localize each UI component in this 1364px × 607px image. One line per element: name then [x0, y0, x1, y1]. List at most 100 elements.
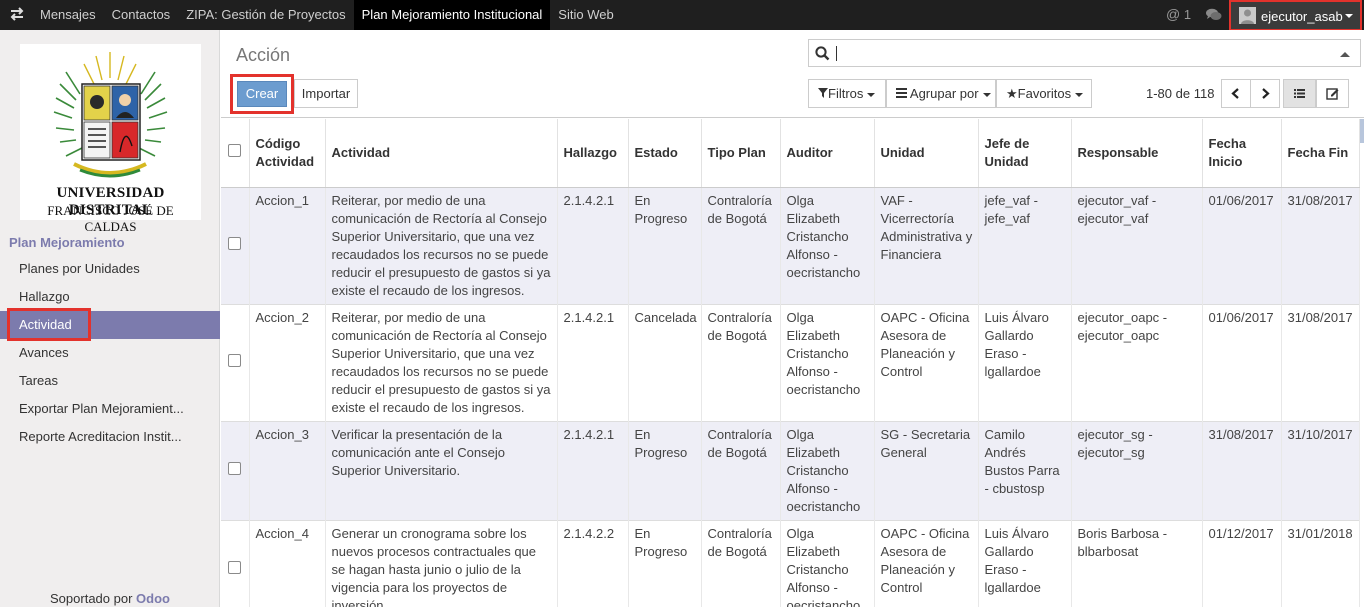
cell-hallazgo: 2.1.4.2.2 [557, 519, 629, 607]
cell-auditor: Olga Elizabeth Cristancho Alfonso - oecr… [780, 420, 875, 520]
user-name: ejecutor_asab [1261, 9, 1343, 24]
cell-fecha-fin: 31/10/2017 [1281, 420, 1360, 520]
cell-jefe: Luis Álvaro Gallardo Eraso - lgallardoe [978, 303, 1072, 421]
bars-icon [896, 88, 907, 98]
column-header[interactable]: Fecha Inicio [1202, 119, 1282, 188]
cell-fecha-inicio: 01/06/2017 [1202, 303, 1282, 421]
sidebar-item-tareas[interactable]: Tareas [0, 367, 220, 395]
column-header[interactable]: Auditor [780, 119, 875, 188]
menu-item-plan-mejoramiento[interactable]: Plan Mejoramiento Institucional [353, 0, 551, 30]
row-checkbox[interactable] [228, 461, 242, 475]
cell-hallazgo: 2.1.4.2.1 [557, 420, 629, 520]
powered-by: Soportado por Odoo [0, 591, 220, 606]
cell-estado: En Progreso [628, 420, 702, 520]
mention-count: 1 [1183, 7, 1192, 22]
row-select-cell [221, 420, 250, 520]
filters-label: Filtros [828, 86, 864, 101]
activity-table: Código Actividad Actividad Hallazgo Esta… [221, 119, 1360, 607]
top-navbar: Mensajes Contactos ZIPA: Gestión de Proy… [0, 0, 1364, 31]
select-all-checkbox[interactable] [228, 143, 242, 157]
row-checkbox[interactable] [228, 560, 242, 574]
powered-prefix: Soportado por [50, 591, 133, 606]
cell-codigo: Accion_3 [249, 420, 326, 520]
sidebar-item-reporte-acreditacion[interactable]: Reporte Acreditacion Instit... [0, 423, 220, 451]
row-select-cell [221, 186, 250, 304]
column-header[interactable]: Código Actividad [249, 119, 326, 188]
chevron-down-icon [1075, 92, 1084, 97]
cell-fecha-fin: 31/08/2017 [1281, 186, 1360, 304]
column-header[interactable]: Actividad [325, 119, 558, 188]
pager-value[interactable]: 1-80 de 118 [1146, 86, 1214, 101]
sidebar-item-planes-por-unidades[interactable]: Planes por Unidades [0, 255, 220, 283]
avatar-icon [1239, 7, 1256, 24]
pager-next-button[interactable] [1250, 79, 1280, 108]
row-checkbox[interactable] [228, 236, 242, 250]
cell-fecha-inicio: 31/08/2017 [1202, 420, 1282, 520]
sidebar-item-hallazgo[interactable]: Hallazgo [0, 283, 220, 311]
column-header[interactable]: Responsable [1071, 119, 1203, 188]
menu-item-mensajes[interactable]: Mensajes [32, 0, 104, 30]
table-row[interactable]: Accion_1 Reiterar, por medio de una comu… [221, 186, 1360, 304]
sidebar-section-title: Plan Mejoramiento [9, 235, 125, 250]
menu-item-sitio-web[interactable]: Sitio Web [550, 0, 621, 30]
university-crest-icon [53, 52, 168, 178]
cell-hallazgo: 2.1.4.2.1 [557, 186, 629, 304]
row-checkbox[interactable] [228, 353, 242, 367]
menu-item-contactos[interactable]: Contactos [104, 0, 179, 30]
cell-jefe: Luis Álvaro Gallardo Eraso - lgallardoe [978, 519, 1072, 607]
cell-unidad: SG - Secretaria General [874, 420, 979, 520]
table-row[interactable]: Accion_4 Generar un cronograma sobre los… [221, 519, 1360, 607]
cell-actividad: Generar un cronograma sobre los nuevos p… [325, 519, 558, 607]
cell-unidad: VAF - Vicerrectoría Administrativa y Fin… [874, 186, 979, 304]
toggle-arrows-icon[interactable] [9, 6, 25, 22]
cell-tipo-plan: Contraloría de Bogotá [701, 303, 781, 421]
pager-previous-button[interactable] [1221, 79, 1251, 108]
cell-estado: En Progreso [628, 519, 702, 607]
list-view-button[interactable] [1283, 79, 1316, 108]
column-header[interactable]: Hallazgo [557, 119, 629, 188]
chat-bubble-icon[interactable] [1206, 8, 1222, 22]
cell-codigo: Accion_1 [249, 186, 326, 304]
scrollbar-thumb[interactable] [1360, 119, 1364, 143]
mentions-button[interactable]: @ 1 [1166, 6, 1191, 22]
at-sign-icon: @ [1166, 6, 1181, 22]
sidebar: UNIVERSIDAD DISTRITAL FRANCISCO JOSÉ DE … [0, 30, 220, 607]
cell-fecha-inicio: 01/06/2017 [1202, 186, 1282, 304]
row-select-cell [221, 303, 250, 421]
odoo-link[interactable]: Odoo [136, 591, 170, 606]
star-icon: ★ [1006, 86, 1018, 101]
column-header[interactable]: Jefe de Unidad [978, 119, 1072, 188]
cell-estado: Cancelada [628, 303, 702, 421]
cell-codigo: Accion_2 [249, 303, 326, 421]
cell-unidad: OAPC - Oficina Asesora de Planeación y C… [874, 303, 979, 421]
cell-hallazgo: 2.1.4.2.1 [557, 303, 629, 421]
list-icon [1294, 89, 1305, 98]
column-header[interactable]: Tipo Plan [701, 119, 781, 188]
cell-tipo-plan: Contraloría de Bogotá [701, 519, 781, 607]
column-header[interactable]: Estado [628, 119, 702, 188]
filters-button[interactable]: Filtros [808, 79, 886, 108]
row-select-cell [221, 519, 250, 607]
create-button[interactable]: Crear [237, 81, 287, 107]
search-input[interactable] [808, 39, 1361, 67]
highlight-box-crear: Crear [230, 74, 294, 114]
cell-actividad: Verificar la presentación de la comunica… [325, 420, 558, 520]
user-menu[interactable]: ejecutor_asab [1229, 0, 1362, 31]
cell-actividad: Reiterar, por medio de una comunicación … [325, 303, 558, 421]
menu-item-zipa[interactable]: ZIPA: Gestión de Proyectos [178, 0, 353, 30]
table-row[interactable]: Accion_2 Reiterar, por medio de una comu… [221, 303, 1360, 421]
group-by-button[interactable]: Agrupar por [886, 79, 996, 108]
table-row[interactable]: Accion_3 Verificar la presentación de la… [221, 420, 1360, 520]
sidebar-item-avances[interactable]: Avances [0, 339, 220, 367]
form-view-button[interactable] [1316, 79, 1349, 108]
sidebar-item-exportar-plan[interactable]: Exportar Plan Mejoramient... [0, 395, 220, 423]
chevron-left-icon [1231, 88, 1239, 99]
favorites-button[interactable]: ★Favoritos [996, 79, 1092, 108]
cell-responsable: ejecutor_vaf - ejecutor_vaf [1071, 186, 1203, 304]
column-header[interactable]: Fecha Fin [1281, 119, 1360, 188]
import-button[interactable]: Importar [294, 79, 358, 108]
chevron-up-icon[interactable] [1340, 52, 1350, 57]
highlight-box-actividad [7, 308, 91, 341]
cell-responsable: ejecutor_oapc - ejecutor_oapc [1071, 303, 1203, 421]
column-header[interactable]: Unidad [874, 119, 979, 188]
